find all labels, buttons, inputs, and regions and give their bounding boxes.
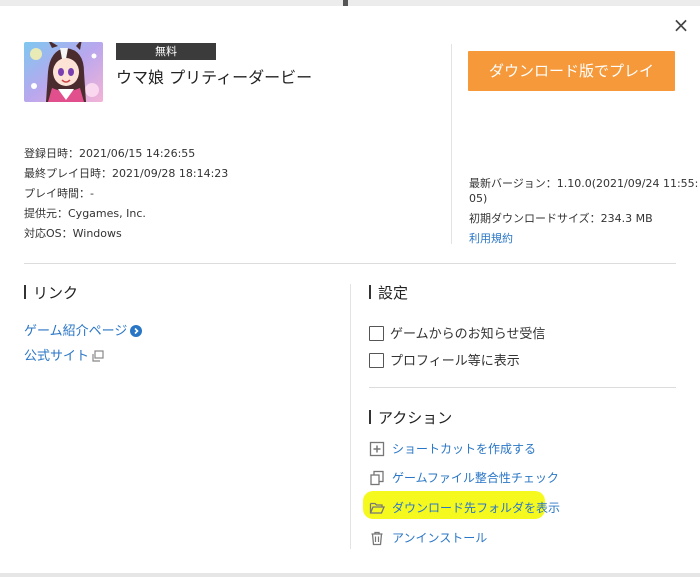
game-intro-link-label: ゲーム紹介ページ	[24, 324, 128, 339]
profile-checkbox-label: プロフィール等に表示	[390, 354, 520, 369]
actions-heading-label: アクション	[378, 409, 453, 427]
news-checkbox-label: ゲームからのお知らせ受信	[390, 327, 546, 342]
external-window-icon	[92, 350, 104, 366]
game-icon	[24, 42, 103, 102]
download-size: 初期ダウンロードサイズ：234.3 MB	[469, 212, 653, 225]
profile-checkbox-row[interactable]: プロフィール等に表示	[369, 350, 520, 369]
play-time: プレイ時間：-	[24, 187, 94, 200]
divider-settings-actions	[369, 387, 676, 388]
last-played-date: 最終プレイ日時：2021/09/28 18:14:23	[24, 167, 229, 180]
links-heading: リンク	[24, 282, 78, 303]
news-checkbox[interactable]	[369, 326, 384, 341]
file-integrity-action[interactable]: ゲームファイル整合性チェック	[369, 469, 559, 486]
scroll-thumb	[343, 0, 348, 6]
settings-heading: 設定	[369, 282, 408, 303]
provider: 提供元：Cygames, Inc.	[24, 207, 146, 220]
heading-bar	[369, 285, 371, 299]
registered-date: 登録日時：2021/06/15 14:26:55	[24, 147, 196, 160]
uninstall-label: アンインストール	[392, 531, 488, 545]
close-icon[interactable]: ×	[670, 14, 692, 36]
heading-bar	[369, 410, 371, 424]
file-integrity-label: ゲームファイル整合性チェック	[392, 471, 559, 485]
trash-icon	[369, 530, 385, 546]
latest-version-cont: 05)	[469, 192, 488, 205]
official-site-link-label: 公式サイト	[24, 349, 90, 364]
supported-os: 対応OS：Windows	[24, 227, 122, 240]
profile-checkbox[interactable]	[369, 353, 384, 368]
arrow-circle-icon	[130, 325, 143, 341]
heading-bar	[24, 285, 26, 299]
folder-open-icon	[369, 500, 385, 516]
latest-version: 最新バージョン：1.10.0(2021/09/24 11:55:	[469, 177, 699, 190]
bottom-edge	[0, 573, 700, 577]
show-download-folder-label: ダウンロード先フォルダを表示	[392, 501, 561, 515]
show-download-folder-action[interactable]: ダウンロード先フォルダを表示	[369, 499, 560, 516]
actions-heading: アクション	[369, 407, 452, 428]
plus-box-icon	[369, 441, 385, 457]
game-intro-link[interactable]: ゲーム紹介ページ	[24, 320, 143, 341]
free-badge: 無料	[116, 43, 216, 60]
uninstall-action[interactable]: アンインストール	[369, 529, 487, 546]
game-title: ウマ娘 プリティーダービー	[116, 68, 313, 87]
divider-vertical-bottom	[350, 284, 351, 549]
terms-link[interactable]: 利用規約	[469, 230, 513, 246]
settings-heading-label: 設定	[378, 284, 409, 302]
download-play-button[interactable]: ダウンロード版でプレイ	[468, 51, 675, 91]
links-heading-label: リンク	[33, 284, 79, 302]
create-shortcut-label: ショートカットを作成する	[392, 442, 537, 456]
create-shortcut-action[interactable]: ショートカットを作成する	[369, 440, 536, 457]
file-copy-icon	[369, 470, 385, 486]
top-edge	[0, 0, 700, 6]
divider-horizontal	[24, 263, 676, 264]
news-checkbox-row[interactable]: ゲームからのお知らせ受信	[369, 323, 545, 342]
official-site-link[interactable]: 公式サイト	[24, 345, 104, 366]
divider-vertical-top	[451, 44, 452, 244]
